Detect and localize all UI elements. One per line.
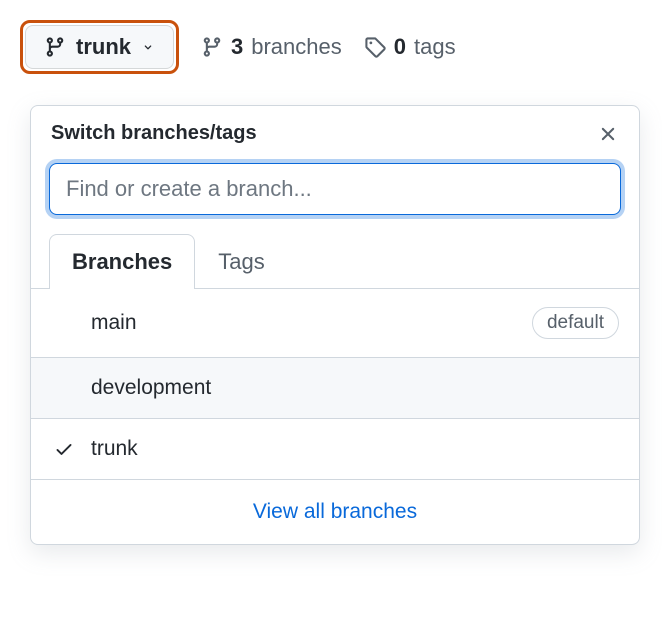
- panel-title: Switch branches/tags: [51, 122, 257, 145]
- close-icon[interactable]: [597, 123, 619, 145]
- branch-name: trunk: [91, 437, 138, 461]
- branch-name: main: [91, 311, 137, 335]
- branch-button-label: trunk: [76, 34, 131, 60]
- git-branch-icon: [44, 36, 66, 58]
- branch-list: main default development trunk: [31, 289, 639, 480]
- branch-item-trunk[interactable]: trunk: [31, 419, 639, 480]
- branches-link[interactable]: 3 branches: [201, 34, 342, 60]
- branch-switcher-panel: Switch branches/tags Branches Tags main …: [30, 105, 640, 545]
- caret-down-icon: [141, 40, 155, 54]
- panel-header: Switch branches/tags: [31, 106, 639, 157]
- branch-select-button[interactable]: trunk: [25, 25, 174, 69]
- search-wrap: [31, 157, 639, 233]
- default-badge: default: [532, 307, 619, 339]
- tags-count: 0: [394, 34, 406, 60]
- check-icon: [51, 439, 77, 459]
- branches-count: 3: [231, 34, 243, 60]
- view-all-branches-link[interactable]: View all branches: [31, 480, 639, 544]
- branch-name: development: [91, 376, 211, 400]
- branch-item-main[interactable]: main default: [31, 289, 639, 358]
- tab-branches[interactable]: Branches: [49, 234, 195, 289]
- tab-tags[interactable]: Tags: [195, 234, 287, 289]
- git-branch-icon: [201, 36, 223, 58]
- branch-search-input[interactable]: [49, 163, 621, 215]
- tags-link[interactable]: 0 tags: [364, 34, 456, 60]
- tab-row: Branches Tags: [31, 233, 639, 289]
- repo-toolbar: trunk 3 branches 0 tags: [20, 20, 642, 74]
- branches-label: branches: [251, 34, 342, 60]
- tags-label: tags: [414, 34, 456, 60]
- tag-icon: [364, 36, 386, 58]
- branch-item-development[interactable]: development: [31, 358, 639, 419]
- highlight-ring: trunk: [20, 20, 179, 74]
